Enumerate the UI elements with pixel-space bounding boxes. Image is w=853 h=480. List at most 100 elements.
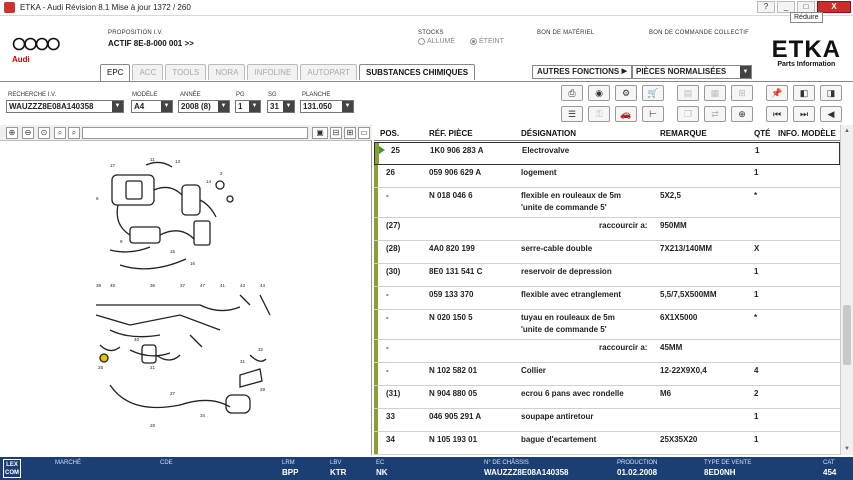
order-button[interactable]: ▦ [704, 85, 726, 101]
table-row[interactable]: (30) 8E0 131 541 C reservoir de depression… [374, 264, 840, 287]
svg-text:44: 44 [260, 283, 266, 288]
zoom-reset-button[interactable]: ⌕ [68, 127, 80, 139]
list-button[interactable]: ☰ [561, 106, 583, 122]
parts-scrollbar[interactable]: ▲ ▼ [840, 125, 853, 455]
last-button[interactable]: ⏭ [793, 106, 815, 122]
table-row[interactable]: - 059 133 370 flexible avec etranglement 5,… [374, 287, 840, 310]
cell-designation: soupape antiretour [521, 412, 594, 421]
cell-pos: - [386, 366, 389, 375]
parts-exploded-diagram[interactable]: 17 11 13 6 14 2 9 15 16 38 48 36 37 47 41 43 44 25 4… [90, 155, 290, 445]
cell-qte: 1 [754, 267, 759, 276]
tab-acc[interactable]: ACC [132, 64, 164, 80]
scroll-up-icon[interactable]: ▲ [843, 127, 851, 135]
car-button[interactable]: 🚗 [615, 106, 637, 122]
vente-label: TYPE DE VENTE [704, 460, 752, 466]
tab-nora[interactable]: NORA [208, 64, 246, 80]
prev-page-button[interactable]: ◧ [793, 85, 815, 101]
first-button[interactable]: ⏮ [766, 106, 788, 122]
zoom-fit-button[interactable]: ⊙ [38, 127, 50, 139]
chevron-down-icon[interactable]: ▼ [342, 101, 353, 112]
scroll-thumb[interactable] [843, 305, 851, 365]
view-3d-button[interactable]: ▣ [312, 127, 328, 139]
copy-button[interactable]: ❐ [677, 106, 699, 122]
col-designation[interactable]: DÉSIGNATION [521, 129, 576, 138]
col-pos[interactable]: POS. [380, 129, 399, 138]
chevron-down-icon[interactable]: ▼ [249, 101, 260, 112]
cell-pos: (30) [386, 267, 401, 276]
zoom-area-button[interactable]: ⌕ [54, 127, 66, 139]
grid-view-button[interactable]: ⊟ [330, 127, 342, 139]
autres-fonctions-menu[interactable]: AUTRES FONCTIONS ▶ [532, 65, 632, 79]
cell-pos: (28) [386, 244, 401, 253]
tab-tools[interactable]: TOOLS [165, 64, 207, 80]
status-footer: LEX COM MARCHÉ CDE LRM BPP LBV KTR EC NK… [0, 457, 853, 480]
cart-button[interactable]: 🛒 [642, 85, 664, 101]
col-qte[interactable]: QTÉ [754, 129, 770, 138]
row-indicator-bar [374, 264, 378, 286]
table-row[interactable]: (31) N 904 880 05 ecrou 6 pans avec rondel… [374, 386, 840, 409]
table-row[interactable]: - N 102 582 01 Collier 12-22X9X0,4 4 [374, 363, 840, 386]
cell-qte: 1 [754, 412, 759, 421]
table-row[interactable]: (28) 4A0 820 199 serre-cable double 7X213/1… [374, 241, 840, 264]
table-row[interactable]: - N 020 150 5 tuyau en rouleaux de 5m 'unit… [374, 310, 840, 340]
scroll-down-icon[interactable]: ▼ [843, 445, 851, 453]
elsa-button[interactable]: ▤ [677, 85, 699, 101]
sg-select[interactable]: 31 ▼ [267, 100, 295, 113]
table-row[interactable]: 33 046 905 291 A soupape antiretour 1 [374, 409, 840, 432]
planche-select[interactable]: 131.050 ▼ [300, 100, 354, 113]
col-info-modele[interactable]: INFO. MODÈLE [778, 129, 836, 138]
table-row[interactable]: - N 018 046 6 flexible en rouleaux de 5m 'u… [374, 188, 840, 218]
annee-select[interactable]: 2008 (8) ▼ [178, 100, 230, 113]
chevron-down-icon[interactable]: ▼ [283, 101, 294, 112]
col-ref[interactable]: RÉF. PIÈCE [429, 129, 473, 138]
disc-icon: ◉ [595, 87, 603, 98]
tab-infoline[interactable]: INFOLINE [247, 64, 299, 80]
cart-add-button[interactable]: ⊕ [731, 106, 753, 122]
stock-on-radio[interactable]: ALLUMÉ [418, 38, 455, 45]
pg-select[interactable]: 1 ▼ [235, 100, 261, 113]
arrow-right-button[interactable]: ⊢ [642, 106, 664, 122]
stock-off-radio[interactable]: ÉTEINT [470, 38, 504, 45]
engine-button[interactable]: ⚙ [615, 85, 637, 101]
key-button[interactable]: ⚿ [588, 106, 610, 122]
catalog-button[interactable]: ◉ [588, 85, 610, 101]
print-button[interactable]: ⎙ [561, 85, 583, 101]
tab-autopart[interactable]: AUTOPART [300, 64, 358, 80]
tab-epc[interactable]: EPC [100, 64, 131, 81]
tab-substances-chimiques[interactable]: SUBSTANCES CHIMIQUES [359, 64, 476, 80]
basket-button[interactable]: ⊞ [731, 85, 753, 101]
cell-remarque: 12-22X9X0,4 [660, 366, 707, 375]
proposition-value[interactable]: ACTIF 8E-8-000 001 >> [108, 39, 194, 48]
cell-designation-line2: 'unite de commande 5' [521, 203, 607, 212]
modele-select[interactable]: A4 ▼ [131, 100, 173, 113]
module-tabs: EPC ACC TOOLS NORA INFOLINE AUTOPART SUBSTANCE… [100, 64, 476, 81]
vin-search-field[interactable]: WAUZZZ8E08A140358 ▼ [6, 100, 124, 113]
cell-ref: N 105 193 01 [429, 435, 478, 444]
pieces-select[interactable]: PIÈCES NORMALISÉES ▼ [632, 65, 752, 79]
table-row[interactable]: 26 059 906 629 A logement 1 [374, 165, 840, 188]
table-row[interactable]: - raccourcir a: 45MM [374, 340, 840, 363]
recherche-label: RECHERCHE I.V. [8, 92, 57, 98]
chevron-down-icon[interactable]: ▼ [218, 101, 229, 112]
full-view-button[interactable]: ▭ [358, 127, 370, 139]
chevron-down-icon[interactable]: ▼ [740, 66, 751, 78]
help-button[interactable]: ? [757, 1, 775, 13]
table-row[interactable]: 25 1K0 906 283 A Electrovalve 1 [374, 142, 840, 165]
cell-designation: raccourcir a: [599, 343, 648, 352]
table-row[interactable]: 34 N 105 193 01 bague d'ecartement 25X35X20… [374, 432, 840, 455]
back-button[interactable]: ◀ [820, 106, 842, 122]
col-remarque[interactable]: REMARQUE [660, 129, 707, 138]
pin-button[interactable]: 📌 [766, 85, 788, 101]
row-indicator-bar [374, 165, 378, 187]
chevron-down-icon[interactable]: ▼ [161, 101, 172, 112]
split-view-button[interactable]: ⊞ [344, 127, 356, 139]
zoom-in-button[interactable]: ⊕ [6, 127, 18, 139]
transfer-button[interactable]: ⇄ [704, 106, 726, 122]
cell-remarque: 950MM [660, 221, 687, 230]
next-page-button[interactable]: ◨ [820, 85, 842, 101]
lbv-label: LBV [330, 460, 342, 466]
table-row[interactable]: (27) raccourcir a: 950MM [374, 218, 840, 241]
illustration-search-input[interactable] [82, 127, 308, 139]
chevron-down-icon[interactable]: ▼ [112, 101, 123, 112]
zoom-out-button[interactable]: ⊖ [22, 127, 34, 139]
